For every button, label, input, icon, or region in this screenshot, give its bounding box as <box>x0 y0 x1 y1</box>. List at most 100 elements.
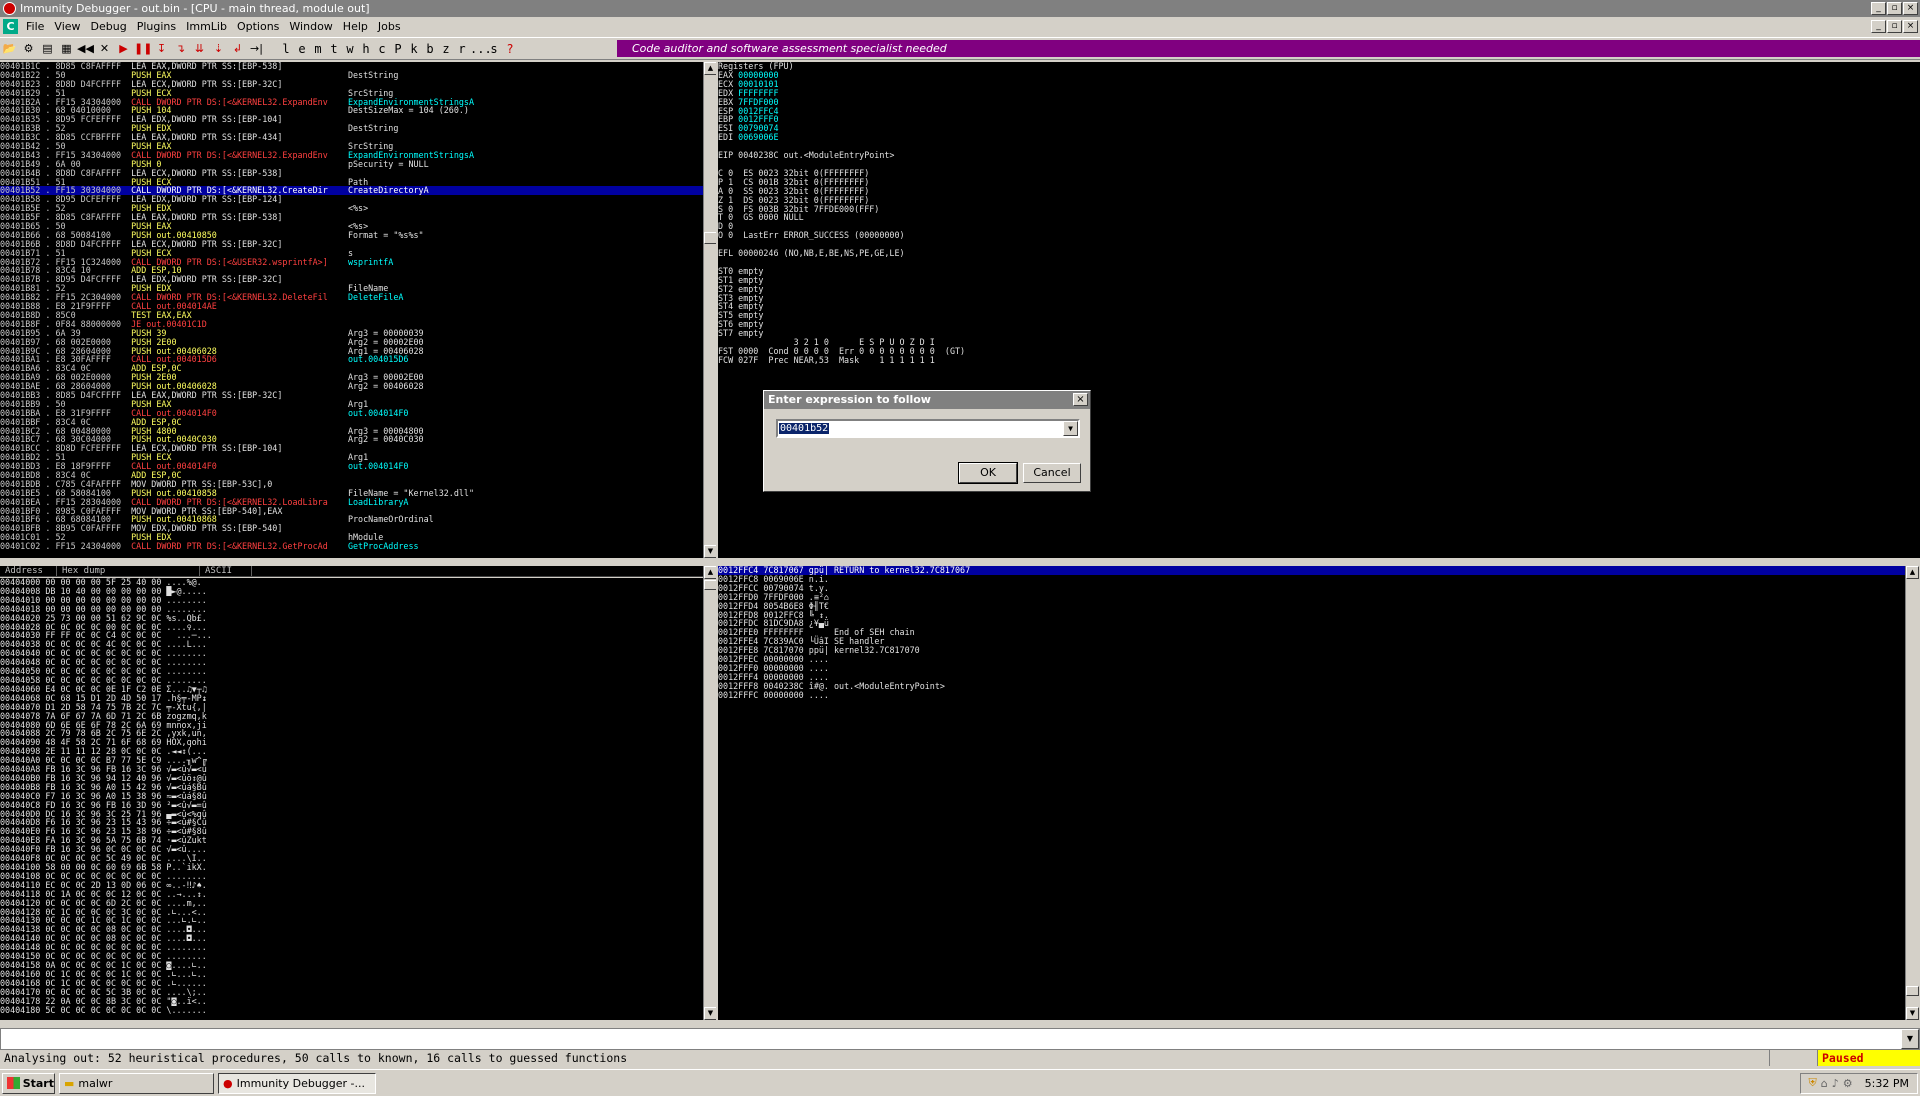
flag-row[interactable]: P 1 CS 001B 32bit 0(FFFFFFFF) <box>718 177 1920 187</box>
toolbar-more[interactable]: ... <box>470 42 492 56</box>
register-row[interactable]: EBP 0012FFF0 <box>718 115 1920 124</box>
toolbar-cpu[interactable]: c <box>374 42 390 56</box>
register-row[interactable]: ECX 00010101 <box>718 79 1920 89</box>
toolbar-log-window[interactable]: l <box>278 42 294 56</box>
step-into-icon[interactable]: ↧ <box>153 40 170 57</box>
scroll-down-icon[interactable]: ▼ <box>1906 1007 1919 1020</box>
fpu-st-row[interactable]: ST3 empty <box>718 293 1920 303</box>
vertical-splitter[interactable] <box>716 62 718 1020</box>
flag-row[interactable]: C 0 ES 0023 32bit 0(FFFFFFFF) <box>718 168 1920 178</box>
toolbar-call-stack[interactable]: k <box>406 42 422 56</box>
menu-plugins[interactable]: Plugins <box>132 20 181 33</box>
trace-over-icon[interactable]: ⇣ <box>210 40 227 57</box>
menu-file[interactable]: File <box>21 20 49 33</box>
stack-row[interactable]: 0012FFFC 00000000 .... <box>718 690 1905 700</box>
register-row[interactable]: ESP 0012FFC4 <box>718 106 1920 116</box>
chevron-down-icon[interactable]: ▼ <box>1063 421 1078 436</box>
pause-icon[interactable]: ❚❚ <box>134 40 152 57</box>
efl-register[interactable]: EFL 00000246 (NO,NB,E,BE,NS,PE,GE,LE) <box>718 249 1920 258</box>
fpu-st-row[interactable]: ST4 empty <box>718 302 1920 311</box>
close-process-icon[interactable]: ✕ <box>96 40 113 57</box>
stack-row[interactable]: 0012FFF0 00000000 .... <box>718 664 1905 673</box>
menu-window[interactable]: Window <box>284 20 337 33</box>
fpu-status-row[interactable]: FCW 027F Prec NEAR,53 Mask 1 1 1 1 1 1 <box>718 356 1920 365</box>
goto-icon[interactable]: →| <box>248 40 265 57</box>
flag-row[interactable]: S 0 FS 003B 32bit 7FFDE000(FFF) <box>718 204 1920 214</box>
restore-button[interactable]: ▫ <box>1887 2 1902 15</box>
stack-row[interactable]: 0012FFCC 00790074 t.y. <box>718 583 1905 593</box>
ad-banner[interactable]: Code auditor and software assessment spe… <box>617 40 1920 57</box>
register-row[interactable]: ESI 00790074 <box>718 124 1920 133</box>
expression-input[interactable]: 00401b52 ▼ <box>776 419 1080 438</box>
pycommands-icon[interactable]: ▦ <box>58 40 75 57</box>
toolbar-run-trace[interactable]: r <box>454 42 470 56</box>
rewind-icon[interactable]: ◀◀ <box>77 40 94 57</box>
menu-immlib[interactable]: ImmLib <box>181 20 232 33</box>
stack-pane[interactable]: 0012FFC4 7C817067 gpü| RETURN to kernel3… <box>718 566 1905 1020</box>
close-button[interactable]: × <box>1903 2 1918 15</box>
minimize-button[interactable]: _ <box>1871 2 1886 15</box>
register-row[interactable]: EDX FFFFFFFF <box>718 88 1920 98</box>
run-icon[interactable]: ▶ <box>115 40 132 57</box>
command-dropdown-icon[interactable]: ▼ <box>1901 1029 1919 1049</box>
mdi-minimize-button[interactable]: _ <box>1871 20 1886 33</box>
shield-icon[interactable]: ⛨ <box>1809 1076 1817 1090</box>
menu-help[interactable]: Help <box>338 20 373 33</box>
clock[interactable]: 5:32 PM <box>1865 1077 1909 1090</box>
menu-options[interactable]: Options <box>232 20 284 33</box>
stack-row[interactable]: 0012FFF8 0040238C î#@. out.<ModuleEntryP… <box>718 681 1905 691</box>
ok-button[interactable]: OK <box>958 462 1018 484</box>
toolbar-breakpoints[interactable]: b <box>422 42 438 56</box>
taskbar-item-malwr[interactable]: ▬ malwr <box>59 1072 214 1094</box>
disasm-row[interactable]: 00401C02 . FF15 24304000 CALL DWORD PTR … <box>0 542 704 551</box>
stack-row[interactable]: 0012FFE0 FFFFFFFF End of SEH chain <box>718 628 1905 637</box>
fpu-st-row[interactable]: ST5 empty <box>718 311 1920 320</box>
network-icon[interactable]: ⌂ <box>1821 1077 1828 1090</box>
cancel-button[interactable]: Cancel <box>1023 463 1081 483</box>
flag-row[interactable]: O 0 LastErr ERROR_SUCCESS (00000000) <box>718 231 1920 240</box>
fpu-st-row[interactable]: ST2 empty <box>718 284 1920 294</box>
start-button[interactable]: Start <box>2 1072 55 1094</box>
stack-row[interactable]: 0012FFEC 00000000 .... <box>718 655 1905 664</box>
horizontal-splitter[interactable] <box>0 558 1920 566</box>
toolbar-memory-map[interactable]: m <box>310 42 326 56</box>
toolbar-executable-modules[interactable]: e <box>294 42 310 56</box>
scroll-up-icon[interactable]: ▲ <box>1906 566 1919 579</box>
expression-value[interactable]: 00401b52 <box>779 423 830 434</box>
disassembly-pane[interactable]: 00401B1C . 8D85 C8FAFFFF LEA EAX,DWORD P… <box>0 62 704 558</box>
menu-jobs[interactable]: Jobs <box>373 20 406 33</box>
open-icon[interactable]: 📂 <box>1 40 18 57</box>
eip-register[interactable]: EIP 0040238C out.<ModuleEntryPoint> <box>718 151 1920 160</box>
fpu-st-row[interactable]: ST1 empty <box>718 275 1920 285</box>
execute-till-return-icon[interactable]: ↲ <box>229 40 246 57</box>
toolbar-windows[interactable]: w <box>342 42 358 56</box>
menu-debug[interactable]: Debug <box>86 20 132 33</box>
stack-scrollbar[interactable]: ▲ ▼ <box>1905 566 1919 1020</box>
toolbar-patches[interactable]: P <box>390 42 406 56</box>
disassembly-scrollbar[interactable]: ▲ ▼ <box>703 62 717 558</box>
toolbar-threads[interactable]: t <box>326 42 342 56</box>
dump-col-address[interactable]: Address <box>0 566 57 576</box>
python-shell-icon[interactable]: ▤ <box>39 40 56 57</box>
usb-icon[interactable]: ⚙ <box>1843 1077 1853 1090</box>
command-input[interactable]: ▼ <box>0 1028 1920 1050</box>
stack-row[interactable]: 0012FFD8 0012FFC8 ╚ ↕. <box>718 610 1905 620</box>
stack-row[interactable]: 0012FFD4 8054B6E8 Φ╢T€ <box>718 601 1905 611</box>
register-row[interactable]: EBX 7FFDF000 <box>718 97 1920 107</box>
dump-row[interactable]: 00404180 5C 0C 0C 0C 0C 0C 0C 0C \......… <box>0 1005 704 1015</box>
dump-col-ascii[interactable]: ASCII <box>200 566 252 576</box>
dialog-close-icon[interactable]: × <box>1073 393 1088 406</box>
flag-row[interactable]: Z 1 DS 0023 32bit 0(FFFFFFFF) <box>718 195 1920 205</box>
step-over-icon[interactable]: ↴ <box>172 40 189 57</box>
mdi-close-button[interactable]: × <box>1903 20 1918 33</box>
register-row[interactable]: EAX 00000000 <box>718 70 1920 80</box>
mdi-restore-button[interactable]: ▫ <box>1887 20 1902 33</box>
menu-view[interactable]: View <box>49 20 85 33</box>
volume-icon[interactable]: ♪ <box>1832 1077 1839 1090</box>
mdi-child-icon[interactable]: C <box>3 19 18 34</box>
registers-header[interactable]: Registers (FPU) <box>718 62 1920 71</box>
register-row[interactable]: EDI 0069006E <box>718 133 1920 142</box>
fpu-st-row[interactable]: ST0 empty <box>718 266 1920 276</box>
fpu-st-row[interactable]: ST6 empty <box>718 320 1920 329</box>
stack-row[interactable]: 0012FFC8 0069006E n.i. <box>718 574 1905 584</box>
